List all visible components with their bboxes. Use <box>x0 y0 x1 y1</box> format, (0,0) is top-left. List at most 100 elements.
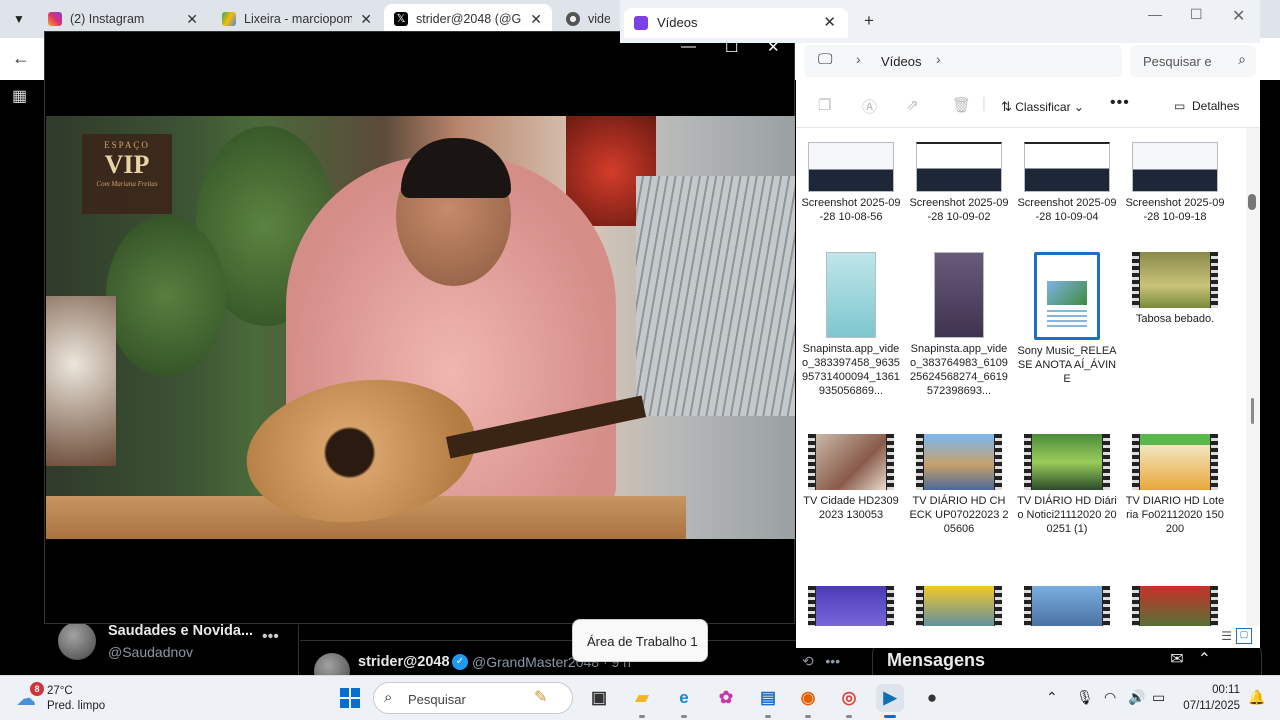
sort-label: Classificar <box>1015 100 1071 114</box>
apps-grid-icon[interactable]: ▦ <box>12 86 27 106</box>
instagram-icon <box>48 12 62 26</box>
task-view-icon[interactable]: ▣ <box>585 684 613 712</box>
chrome-icon[interactable]: ◎ <box>835 684 863 712</box>
videos-folder-icon <box>634 16 648 30</box>
vertical-scrollbar[interactable] <box>1246 128 1260 626</box>
video-thumbnail <box>934 252 984 338</box>
chevron-right-icon[interactable]: › <box>936 51 941 67</box>
explorer-tab-videos[interactable]: Vídeos ✕ <box>624 8 848 38</box>
copy-icon[interactable]: ❐ <box>818 96 831 114</box>
logo-top-text: ESPAÇO <box>104 140 150 150</box>
new-message-and-expand-icons[interactable]: ✉︎⌃ <box>1170 649 1225 669</box>
grok-and-more-icons[interactable]: ⟲ ••• <box>802 653 840 670</box>
notification-icon[interactable]: 🔔 <box>1248 689 1265 706</box>
details-view-icon[interactable]: ☰ <box>1221 629 1232 643</box>
close-tab-icon[interactable]: ✕ <box>360 11 372 28</box>
app-with-badge-icon[interactable]: ● <box>918 684 946 712</box>
more-options-icon[interactable]: ••• <box>262 628 279 646</box>
suggested-account[interactable]: Saudades e Novida... @Saudadnov ••• <box>58 620 298 664</box>
column-divider <box>298 625 299 675</box>
details-button[interactable]: ▭ Detalhes <box>1174 99 1239 113</box>
copilot-icon[interactable]: ✿ <box>712 684 740 712</box>
tab-list-chevron-icon[interactable]: ▼ <box>6 6 32 32</box>
edge-icon[interactable]: e <box>670 684 698 712</box>
temperature: 27°C <box>47 685 73 697</box>
hair-shape <box>401 138 511 198</box>
file-explorer-window[interactable]: Vídeos ✕ + — ☐ ✕ 🖵 › Vídeos › Pesquisar … <box>620 0 1260 648</box>
start-button[interactable] <box>340 688 360 708</box>
close-icon[interactable]: ✕ <box>1232 6 1245 26</box>
firefox-icon[interactable]: ◉ <box>794 684 822 712</box>
running-indicator <box>639 715 645 718</box>
close-tab-icon[interactable]: ✕ <box>186 11 198 28</box>
browser-tab-video[interactable]: video <box>556 4 620 34</box>
large-icons-view-icon[interactable]: ▢ <box>1236 628 1252 644</box>
file-explorer-icon[interactable]: ▰ <box>628 684 656 712</box>
rename-icon[interactable]: Ⓐ <box>862 96 877 117</box>
media-player-icon[interactable]: ▶ <box>876 684 904 712</box>
file-item[interactable]: TV DIARIO HD Loteria Fo02112020 150200 <box>1125 434 1225 536</box>
explorer-search-input[interactable]: Pesquisar e ⌕ <box>1130 45 1256 77</box>
maximize-icon[interactable]: ☐ <box>1190 6 1203 23</box>
tab-title: Lixeira - marciopomp <box>244 12 353 26</box>
file-item[interactable]: Screenshot 2025-09-28 10-09-04 <box>1017 142 1117 224</box>
video-frame <box>816 586 886 626</box>
file-item[interactable]: TV DIÁRIO HD Diário Notici21112020 20025… <box>1017 434 1117 536</box>
share-icon[interactable]: ⇗ <box>906 96 919 114</box>
details-label: Detalhes <box>1192 99 1240 113</box>
breadcrumb[interactable]: 🖵 › Vídeos › <box>804 45 1122 77</box>
logo-sub-text: Com Mariana Freitas <box>96 180 158 188</box>
minimize-icon[interactable]: — <box>1148 6 1162 22</box>
video-frame <box>1140 252 1210 308</box>
file-item[interactable]: TV DIÁRIO HD CHECK UP07022023 205606 <box>909 434 1009 536</box>
file-name: TV DIÁRIO HD Diário Notici21112020 20025… <box>1017 495 1117 535</box>
wifi-icon[interactable]: ◠ <box>1104 689 1116 706</box>
breadcrumb-videos[interactable]: Vídeos <box>881 54 921 69</box>
search-icon: ⌕ <box>384 689 393 706</box>
volume-icon[interactable]: 🔊 <box>1128 689 1145 706</box>
microphone-icon[interactable]: 🎙 <box>1076 689 1094 706</box>
computer-icon[interactable]: 🖵 <box>818 51 832 68</box>
taskbar-search[interactable]: ⌕ Pesquisar ✎ <box>373 682 573 714</box>
libreoffice-icon[interactable]: ▤ <box>754 684 782 712</box>
browser-tab-instagram[interactable]: (2) Instagram ✕ <box>38 4 208 34</box>
file-item[interactable]: Sony Music_RELEASE ANOTA AÍ_ÁVINE <box>1017 252 1117 386</box>
document-icon <box>1034 252 1100 340</box>
scroll-position-marker[interactable] <box>1251 398 1254 424</box>
file-name: Screenshot 2025-09-28 10-09-04 <box>1017 197 1117 223</box>
tab-title: strider@2048 (@Gra <box>416 12 523 26</box>
file-item[interactable]: Screenshot 2025-09-28 10-09-18 <box>1125 142 1225 224</box>
file-item[interactable]: Screenshot 2025-09-28 10-08-56 <box>801 142 901 224</box>
search-icon: ⌕ <box>1238 51 1246 67</box>
weather-widget[interactable]: ☁ 8 27°C Pred. limpo <box>14 682 124 716</box>
more-options-icon[interactable]: ••• <box>1110 94 1130 112</box>
file-item[interactable]: TV Cidade HD23092023 130053 <box>801 434 901 522</box>
delete-icon[interactable]: 🗑 <box>952 96 971 114</box>
avatar <box>58 622 96 660</box>
chevron-up-icon[interactable]: ⌃ <box>1046 689 1058 706</box>
back-arrow-icon[interactable]: ← <box>12 48 30 69</box>
battery-icon[interactable]: ▭ <box>1152 689 1165 706</box>
running-indicator <box>805 715 811 718</box>
file-item[interactable] <box>1017 586 1117 626</box>
file-item[interactable]: Snapinsta.app_video_383764983_6109256245… <box>909 252 1009 398</box>
close-tab-icon[interactable]: ✕ <box>823 13 836 31</box>
video-thumbnail <box>808 586 894 626</box>
search-highlight-icon: ✎ <box>534 689 548 706</box>
file-item[interactable] <box>801 586 901 626</box>
scroll-thumb[interactable] <box>1248 194 1256 210</box>
file-item[interactable]: Tabosa bebado. <box>1125 252 1225 326</box>
file-item[interactable]: Snapinsta.app_video_383397458_9635957314… <box>801 252 901 398</box>
new-tab-icon[interactable]: + <box>864 11 874 31</box>
close-tab-icon[interactable]: ✕ <box>530 11 542 28</box>
clock[interactable]: 00:11 07/11/2025 <box>1180 682 1240 714</box>
file-item[interactable]: Screenshot 2025-09-28 10-09-02 <box>909 142 1009 224</box>
running-indicator <box>681 715 687 718</box>
sort-button[interactable]: ⇅ Classificar ⌄ <box>1001 99 1084 115</box>
file-name: Tabosa bebado. <box>1135 313 1215 325</box>
browser-tab-x[interactable]: 𝕏 strider@2048 (@Gra ✕ <box>384 4 552 34</box>
file-item[interactable] <box>1125 586 1225 626</box>
browser-tab-drive[interactable]: Lixeira - marciopomp ✕ <box>212 4 382 34</box>
file-name: TV DIÁRIO HD CHECK UP07022023 205606 <box>909 495 1009 535</box>
file-item[interactable] <box>909 586 1009 626</box>
